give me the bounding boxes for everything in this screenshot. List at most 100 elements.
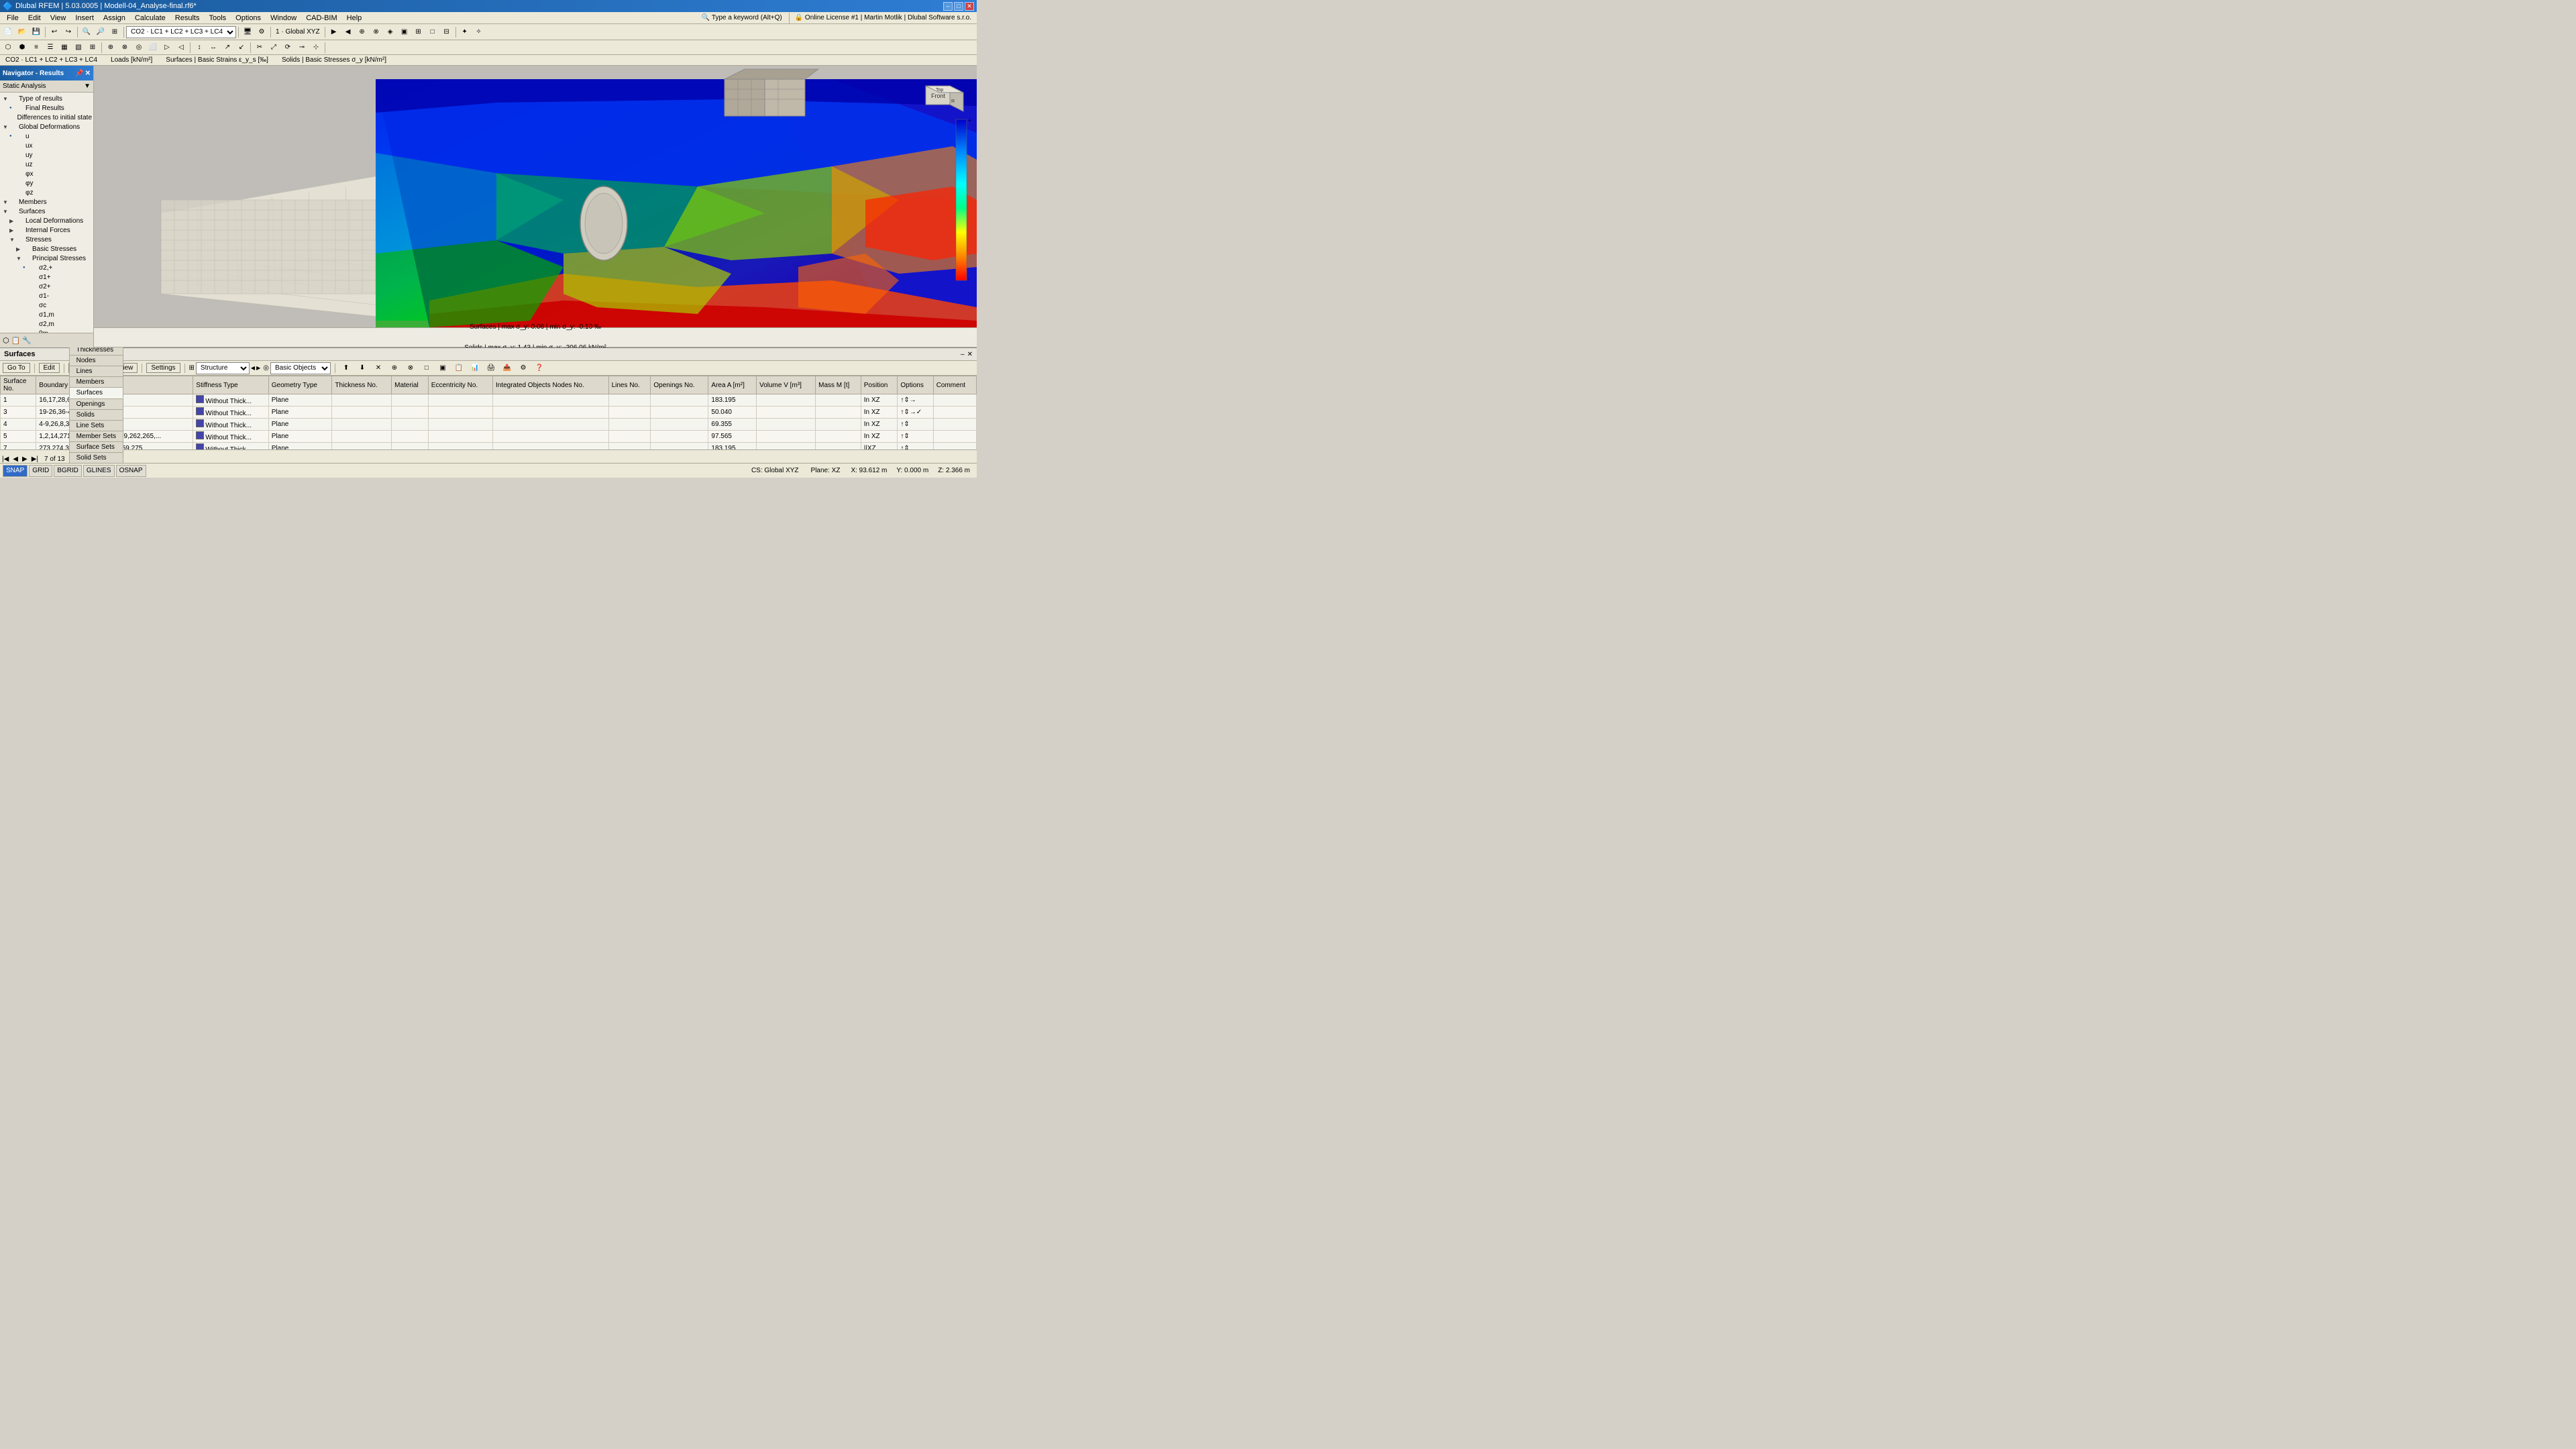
col-int-openings[interactable]: Openings No. — [651, 376, 708, 394]
tb-zoom-out[interactable]: 🔎 — [94, 25, 107, 39]
col-surface-no[interactable]: SurfaceNo. — [1, 376, 36, 394]
tb-btn-2[interactable]: ◀ — [341, 25, 355, 39]
col-material[interactable]: Material — [392, 376, 429, 394]
tb2-btn-1[interactable]: ⬡ — [1, 41, 15, 54]
tb-btn-5[interactable]: ◈ — [384, 25, 397, 39]
tb-render[interactable]: 🖥 — [241, 25, 254, 39]
menu-file[interactable]: File — [3, 13, 23, 23]
res-tb-icon6[interactable]: □ — [420, 362, 433, 375]
table-row[interactable]: 7273,274,388,403-397,470-459,275Without … — [1, 443, 977, 450]
nav-bottom-icon2[interactable]: 📋 — [11, 336, 21, 345]
menu-insert[interactable]: Insert — [71, 13, 98, 23]
res-tb-icon5[interactable]: ⊗ — [404, 362, 417, 375]
col-stiffness-type[interactable]: Stiffness Type — [193, 376, 268, 394]
structure-combo[interactable]: Structure — [196, 362, 250, 374]
res-tb-icon2[interactable]: ⬇ — [356, 362, 369, 375]
tb2-btn-20[interactable]: ⟳ — [281, 41, 294, 54]
bottom-tab-members[interactable]: Members — [69, 376, 123, 387]
loadcase-combo[interactable]: CO2 · LC1 + LC2 + LC3 + LC4 — [126, 26, 236, 38]
nav-close-icon[interactable]: ✕ — [85, 70, 91, 77]
tb2-btn-5[interactable]: ▦ — [58, 41, 71, 54]
nav-tree-item-22[interactable]: σc — [0, 301, 93, 310]
nav-tree-item-0[interactable]: ▼Type of results — [0, 94, 93, 103]
tab-nav-prev[interactable]: ◀ — [11, 455, 20, 463]
res-tb-icon12[interactable]: ⚙ — [517, 362, 530, 375]
minimize-button[interactable]: – — [943, 2, 953, 11]
tb2-btn-17[interactable]: ↙ — [235, 41, 248, 54]
tb-btn-1[interactable]: ▶ — [327, 25, 341, 39]
menu-view[interactable]: View — [46, 13, 70, 23]
nav-tree-item-6[interactable]: uy — [0, 150, 93, 160]
tb-fit[interactable]: ⊞ — [108, 25, 121, 39]
nav-tree-item-7[interactable]: uz — [0, 160, 93, 169]
tb-btn-8[interactable]: □ — [426, 25, 439, 39]
tb2-btn-18[interactable]: ✂ — [253, 41, 266, 54]
combo-arrow-2[interactable]: ▶ — [256, 365, 260, 371]
tb2-btn-16[interactable]: ↗ — [221, 41, 234, 54]
col-geometry-type[interactable]: Geometry Type — [268, 376, 332, 394]
col-eccentricity[interactable]: Eccentricity No. — [428, 376, 492, 394]
nav-tree-item-14[interactable]: ▶Internal Forces — [0, 225, 93, 235]
col-thickness-no[interactable]: Thickness No. — [332, 376, 392, 394]
nav-tree-item-18[interactable]: ●σ2,+ — [0, 263, 93, 272]
res-tb-icon3[interactable]: ✕ — [372, 362, 385, 375]
tb2-btn-14[interactable]: ↕ — [193, 41, 206, 54]
res-tb-icon11[interactable]: 📤 — [500, 362, 514, 375]
status-osnap[interactable]: OSNAP — [116, 465, 146, 477]
col-options[interactable]: Options — [898, 376, 933, 394]
nav-tree-item-5[interactable]: ux — [0, 141, 93, 150]
table-row[interactable]: 44-9,26,8,37-58,270Without Thick...Plane… — [1, 419, 977, 431]
tb2-btn-22[interactable]: ⊹ — [309, 41, 323, 54]
tb2-btn-13[interactable]: ◁ — [174, 41, 188, 54]
tb-btn-9[interactable]: ⊟ — [440, 25, 453, 39]
status-snap[interactable]: SNAP — [3, 465, 28, 477]
bottom-tab-solid-sets[interactable]: Solid Sets — [69, 452, 123, 463]
maximize-button[interactable]: □ — [954, 2, 963, 11]
tb-open[interactable]: 📂 — [15, 25, 29, 39]
tb-select-all[interactable]: ✦ — [458, 25, 472, 39]
res-tb-icon4[interactable]: ⊕ — [388, 362, 401, 375]
col-int-lines[interactable]: Lines No. — [608, 376, 651, 394]
res-tb-icon7[interactable]: ▣ — [436, 362, 449, 375]
tb2-btn-11[interactable]: ⬜ — [146, 41, 160, 54]
results-panel-minimize[interactable]: – — [961, 351, 965, 358]
nav-bottom-icon3[interactable]: 🔧 — [22, 336, 32, 345]
table-row[interactable]: 51,2,14,271,70-65,28-33,66,69,262,265,..… — [1, 431, 977, 443]
nav-tree-item-23[interactable]: σ1,m — [0, 310, 93, 319]
nav-tree-item-12[interactable]: ▼Surfaces — [0, 207, 93, 216]
tb2-btn-9[interactable]: ⊗ — [118, 41, 131, 54]
tb2-btn-12[interactable]: ▷ — [160, 41, 174, 54]
res-tb-icon13[interactable]: ❓ — [533, 362, 546, 375]
tb-save[interactable]: 💾 — [30, 25, 43, 39]
viewport[interactable]: + - Front R Top Surfaces | max σ_y: 0.06… — [94, 66, 977, 347]
menu-window[interactable]: Window — [266, 13, 301, 23]
bottom-tab-nodes[interactable]: Nodes — [69, 355, 123, 366]
tab-nav-first[interactable]: |◀ — [0, 455, 11, 463]
nav-tree-item-20[interactable]: σ2+ — [0, 282, 93, 291]
tb-new[interactable]: 📄 — [1, 25, 15, 39]
tb2-btn-3[interactable]: ≡ — [30, 41, 43, 54]
col-area[interactable]: Area A [m²] — [708, 376, 757, 394]
tb-btn-3[interactable]: ⊕ — [356, 25, 369, 39]
tb2-btn-10[interactable]: ◎ — [132, 41, 146, 54]
nav-tree-item-9[interactable]: φy — [0, 178, 93, 188]
menu-calculate[interactable]: Calculate — [131, 13, 170, 23]
results-settings-btn[interactable]: Settings — [146, 363, 180, 373]
bottom-tab-surfaces[interactable]: Surfaces — [69, 387, 123, 398]
nav-tree-item-13[interactable]: ▶Local Deformations — [0, 216, 93, 225]
nav-tree-item-17[interactable]: ▼Principal Stresses — [0, 254, 93, 263]
tb2-btn-7[interactable]: ⊞ — [86, 41, 99, 54]
menu-options[interactable]: Options — [231, 13, 265, 23]
bottom-tab-lines[interactable]: Lines — [69, 366, 123, 376]
tb2-btn-21[interactable]: ⊸ — [295, 41, 309, 54]
menu-cadbim[interactable]: CAD-BIM — [302, 13, 341, 23]
res-tb-icon9[interactable]: 📊 — [468, 362, 482, 375]
col-int-nodes[interactable]: Integrated Objects Nodes No. — [492, 376, 608, 394]
nav-bottom-icon1[interactable]: ⬡ — [3, 336, 9, 345]
tb2-btn-8[interactable]: ⊕ — [104, 41, 117, 54]
table-row[interactable]: 319-26,36-45,27Without Thick...Plane50.0… — [1, 407, 977, 419]
combo-arrow-1[interactable]: ◀ — [251, 365, 255, 371]
menu-results[interactable]: Results — [171, 13, 204, 23]
nav-tree-item-21[interactable]: σ1- — [0, 291, 93, 301]
tb-select-none[interactable]: ✧ — [472, 25, 486, 39]
